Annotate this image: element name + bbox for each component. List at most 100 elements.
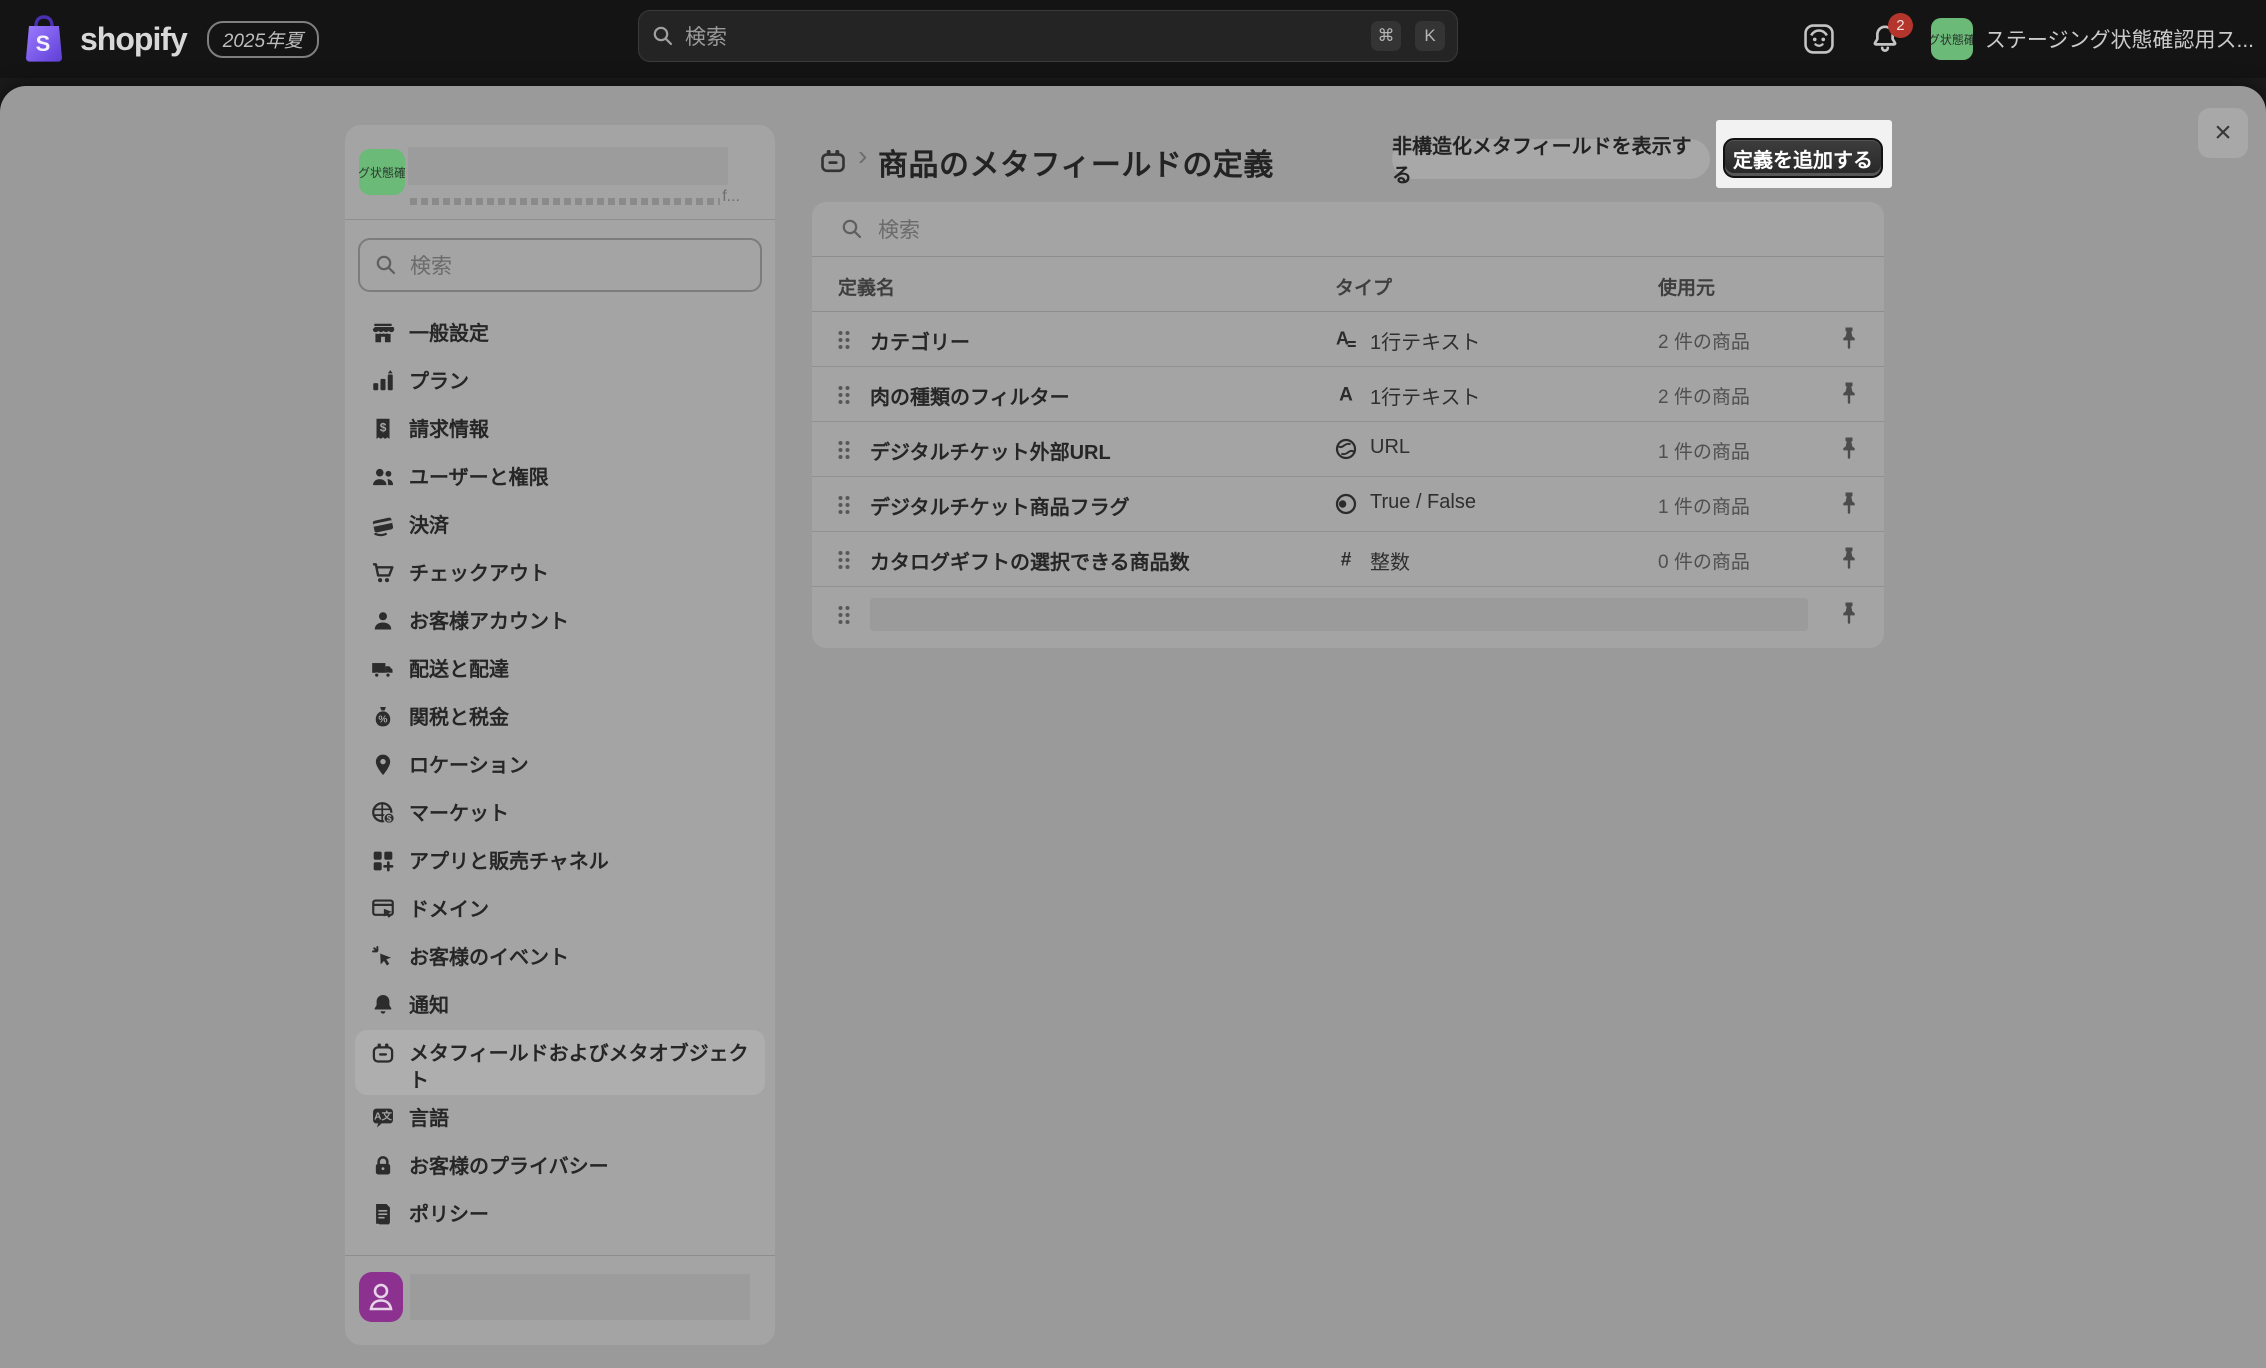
table-row[interactable]: デジタルチケット商品フラグ True / False 1 件の商品 (812, 477, 1884, 532)
global-search-input[interactable]: 検索 ⌘ K (638, 10, 1458, 62)
sidebar-search-placeholder: 検索 (410, 250, 452, 280)
redacted-definition (870, 598, 1808, 631)
sidebar-item-locations[interactable]: ロケーション (355, 742, 765, 790)
sidebar-item-policies[interactable]: ポリシー (355, 1191, 765, 1239)
checkout-icon (370, 560, 396, 586)
pin-icon[interactable] (1838, 545, 1860, 573)
sidebar-item-apps[interactable]: アプリと販売チャネル (355, 838, 765, 886)
pin-icon[interactable] (1838, 490, 1860, 518)
sidebar-item-general[interactable]: 一般設定 (355, 310, 765, 358)
sidebar-item-domains[interactable]: ドメイン (355, 886, 765, 934)
languages-icon: A文 (370, 1105, 396, 1131)
sidebar-item-metafields[interactable]: メタフィールドおよびメタオブジェクト (355, 1030, 765, 1095)
drag-handle-icon[interactable] (836, 549, 852, 571)
sidebar-user[interactable] (359, 1272, 761, 1322)
store-subtitle-tail: f... (722, 189, 740, 205)
definition-usage: 1 件の商品 (1658, 437, 1750, 464)
top-bar: S shopify 2025年夏 検索 ⌘ K 2 グ状態確 ステージング状態確… (0, 0, 2266, 78)
metafields-icon (370, 1040, 396, 1066)
definition-name: 肉の種類のフィルター (870, 381, 1070, 410)
notifications-icon (370, 992, 396, 1018)
sidebar-item-users[interactable]: ユーザーと権限 (355, 454, 765, 502)
store-menu[interactable]: グ状態確 ステージング状態確認用ス... (1931, 18, 2254, 60)
k-key-badge: K (1415, 21, 1445, 51)
payments-icon (370, 512, 396, 538)
sidebar-footer-divider (345, 1255, 775, 1256)
sidebar-item-billing[interactable]: $ 請求情報 (355, 406, 765, 454)
policies-icon (370, 1201, 396, 1227)
sidebar-divider (345, 219, 775, 220)
drag-handle-icon[interactable] (836, 329, 852, 351)
sidebar-item-shipping[interactable]: 配送と配達 (355, 646, 765, 694)
user-avatar (359, 1272, 403, 1322)
shopify-admin: S shopify 2025年夏 検索 ⌘ K 2 グ状態確 ステージング状態確… (0, 0, 2266, 1368)
settings-modal: × グ状態確 f... 検索 一般設定 プラン $ 請求情報 ユーザーと権限 決… (0, 86, 2266, 1368)
table-row[interactable]: カタログギフトの選択できる商品数 # 整数 0 件の商品 (812, 532, 1884, 587)
drag-handle-icon[interactable] (836, 494, 852, 516)
sidebar-search-input[interactable]: 検索 (358, 238, 762, 292)
definition-usage: 2 件の商品 (1658, 327, 1750, 354)
sidebar-item-taxes[interactable]: % 関税と税金 (355, 694, 765, 742)
pin-icon[interactable] (1838, 600, 1860, 628)
show-unstructured-metafields-button[interactable]: 非構造化メタフィールドを表示する (1392, 139, 1710, 179)
sidebar-item-customer-accounts[interactable]: お客様アカウント (355, 598, 765, 646)
pin-icon[interactable] (1838, 435, 1860, 463)
table-search-input[interactable]: 検索 (812, 202, 1884, 257)
search-icon (651, 24, 675, 48)
drag-handle-icon[interactable] (836, 604, 852, 626)
table-body: カテゴリー A 1行テキスト 2 件の商品 肉の種類のフィルター A 1行テキス… (812, 312, 1884, 642)
store-name: ステージング状態確認用ス... (1985, 24, 2254, 54)
sidebar-item-privacy[interactable]: お客様のプライバシー (355, 1143, 765, 1191)
definition-type: URL (1370, 436, 1410, 459)
svg-text:$: $ (380, 421, 387, 435)
notifications-button[interactable]: 2 (1865, 19, 1905, 59)
drag-handle-icon[interactable] (836, 384, 852, 406)
definition-usage: 0 件の商品 (1658, 547, 1750, 574)
sidebar-item-payments[interactable]: 決済 (355, 502, 765, 550)
table-row[interactable]: デジタルチケット外部URL URL 1 件の商品 (812, 422, 1884, 477)
definition-type: True / False (1370, 491, 1476, 514)
close-button[interactable]: × (2198, 108, 2248, 158)
sidebar-item-notifications[interactable]: 通知 (355, 982, 765, 1030)
users-icon (370, 464, 396, 490)
definition-usage: 1 件の商品 (1658, 492, 1750, 519)
definition-type: 整数 (1370, 546, 1410, 575)
store-subtitle: f... (410, 189, 740, 205)
sidebar-item-customer-events[interactable]: お客様のイベント (355, 934, 765, 982)
svg-text:#: # (1341, 550, 1352, 571)
definition-type: 1行テキスト (1370, 381, 1481, 410)
sidekick-button[interactable] (1799, 19, 1839, 59)
svg-text:$: $ (387, 814, 392, 824)
sidebar-item-checkout[interactable]: チェックアウト (355, 550, 765, 598)
svg-text:A: A (1336, 329, 1349, 349)
add-definition-button[interactable]: 定義を追加する (1723, 138, 1883, 178)
table-row[interactable]: カテゴリー A 1行テキスト 2 件の商品 (812, 312, 1884, 367)
sidebar-nav: 一般設定 プラン $ 請求情報 ユーザーと権限 決済 チェックアウト お客様アカ… (355, 310, 765, 1239)
text-icon: A (1333, 381, 1359, 407)
sidebar-item-languages[interactable]: A文 言語 (355, 1095, 765, 1143)
redacted-user-name (410, 1274, 750, 1320)
definition-name: デジタルチケット外部URL (870, 436, 1111, 465)
definition-type: 1行テキスト (1370, 326, 1481, 355)
pin-icon[interactable] (1838, 325, 1860, 353)
breadcrumb-separator: › (858, 140, 867, 172)
taxes-icon: % (370, 704, 396, 730)
sidebar-item-plan[interactable]: プラン (355, 358, 765, 406)
drag-handle-icon[interactable] (836, 439, 852, 461)
apps-icon (370, 848, 396, 874)
pin-icon[interactable] (1838, 380, 1860, 408)
customer-events-icon (370, 944, 396, 970)
definitions-table: 検索 定義名 タイプ 使用元 カテゴリー A 1行テキスト 2 件の商品 (812, 202, 1884, 648)
domains-icon (370, 896, 396, 922)
svg-text:%: % (378, 714, 387, 725)
plan-icon (370, 368, 396, 394)
table-row[interactable] (812, 587, 1884, 642)
top-bar-right: 2 グ状態確 ステージング状態確認用ス... (1799, 0, 2254, 78)
shopify-logo[interactable]: S shopify 2025年夏 (22, 14, 319, 64)
redacted-store-name (408, 147, 728, 185)
sidebar-item-markets[interactable]: $ マーケット (355, 790, 765, 838)
shopify-bag-icon: S (22, 14, 66, 64)
definition-name: デジタルチケット商品フラグ (870, 491, 1130, 520)
table-row[interactable]: 肉の種類のフィルター A 1行テキスト 2 件の商品 (812, 367, 1884, 422)
definition-name: カテゴリー (870, 326, 970, 355)
